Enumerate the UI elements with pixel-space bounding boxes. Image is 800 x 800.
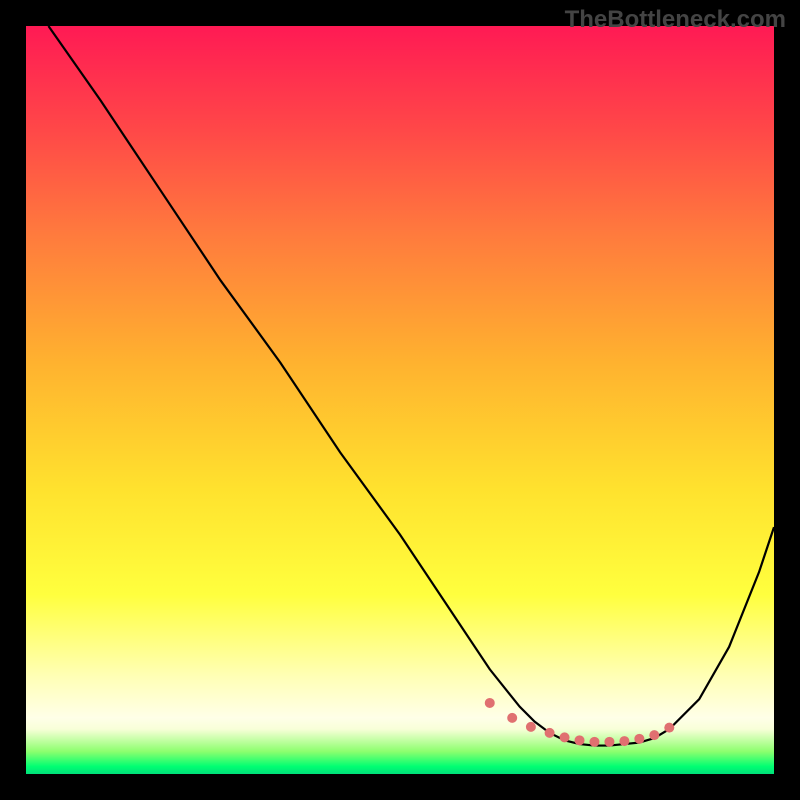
trough-dot	[664, 723, 674, 733]
trough-dot	[604, 737, 614, 747]
trough-dot	[649, 730, 659, 740]
trough-dot	[634, 734, 644, 744]
trough-dot	[526, 722, 536, 732]
chart-container: TheBottleneck.com	[0, 0, 800, 800]
trough-dot	[560, 732, 570, 742]
frame-left	[0, 0, 26, 800]
trough-dot	[619, 736, 629, 746]
trough-dot	[485, 698, 495, 708]
trough-dot	[589, 737, 599, 747]
trough-dot	[575, 735, 585, 745]
frame-bottom	[0, 774, 800, 800]
trough-dot	[507, 713, 517, 723]
bottleneck-curve-path	[48, 26, 774, 746]
curve-svg	[26, 26, 774, 774]
frame-right	[774, 0, 800, 800]
trough-dot	[545, 728, 555, 738]
watermark-text: TheBottleneck.com	[565, 6, 786, 34]
